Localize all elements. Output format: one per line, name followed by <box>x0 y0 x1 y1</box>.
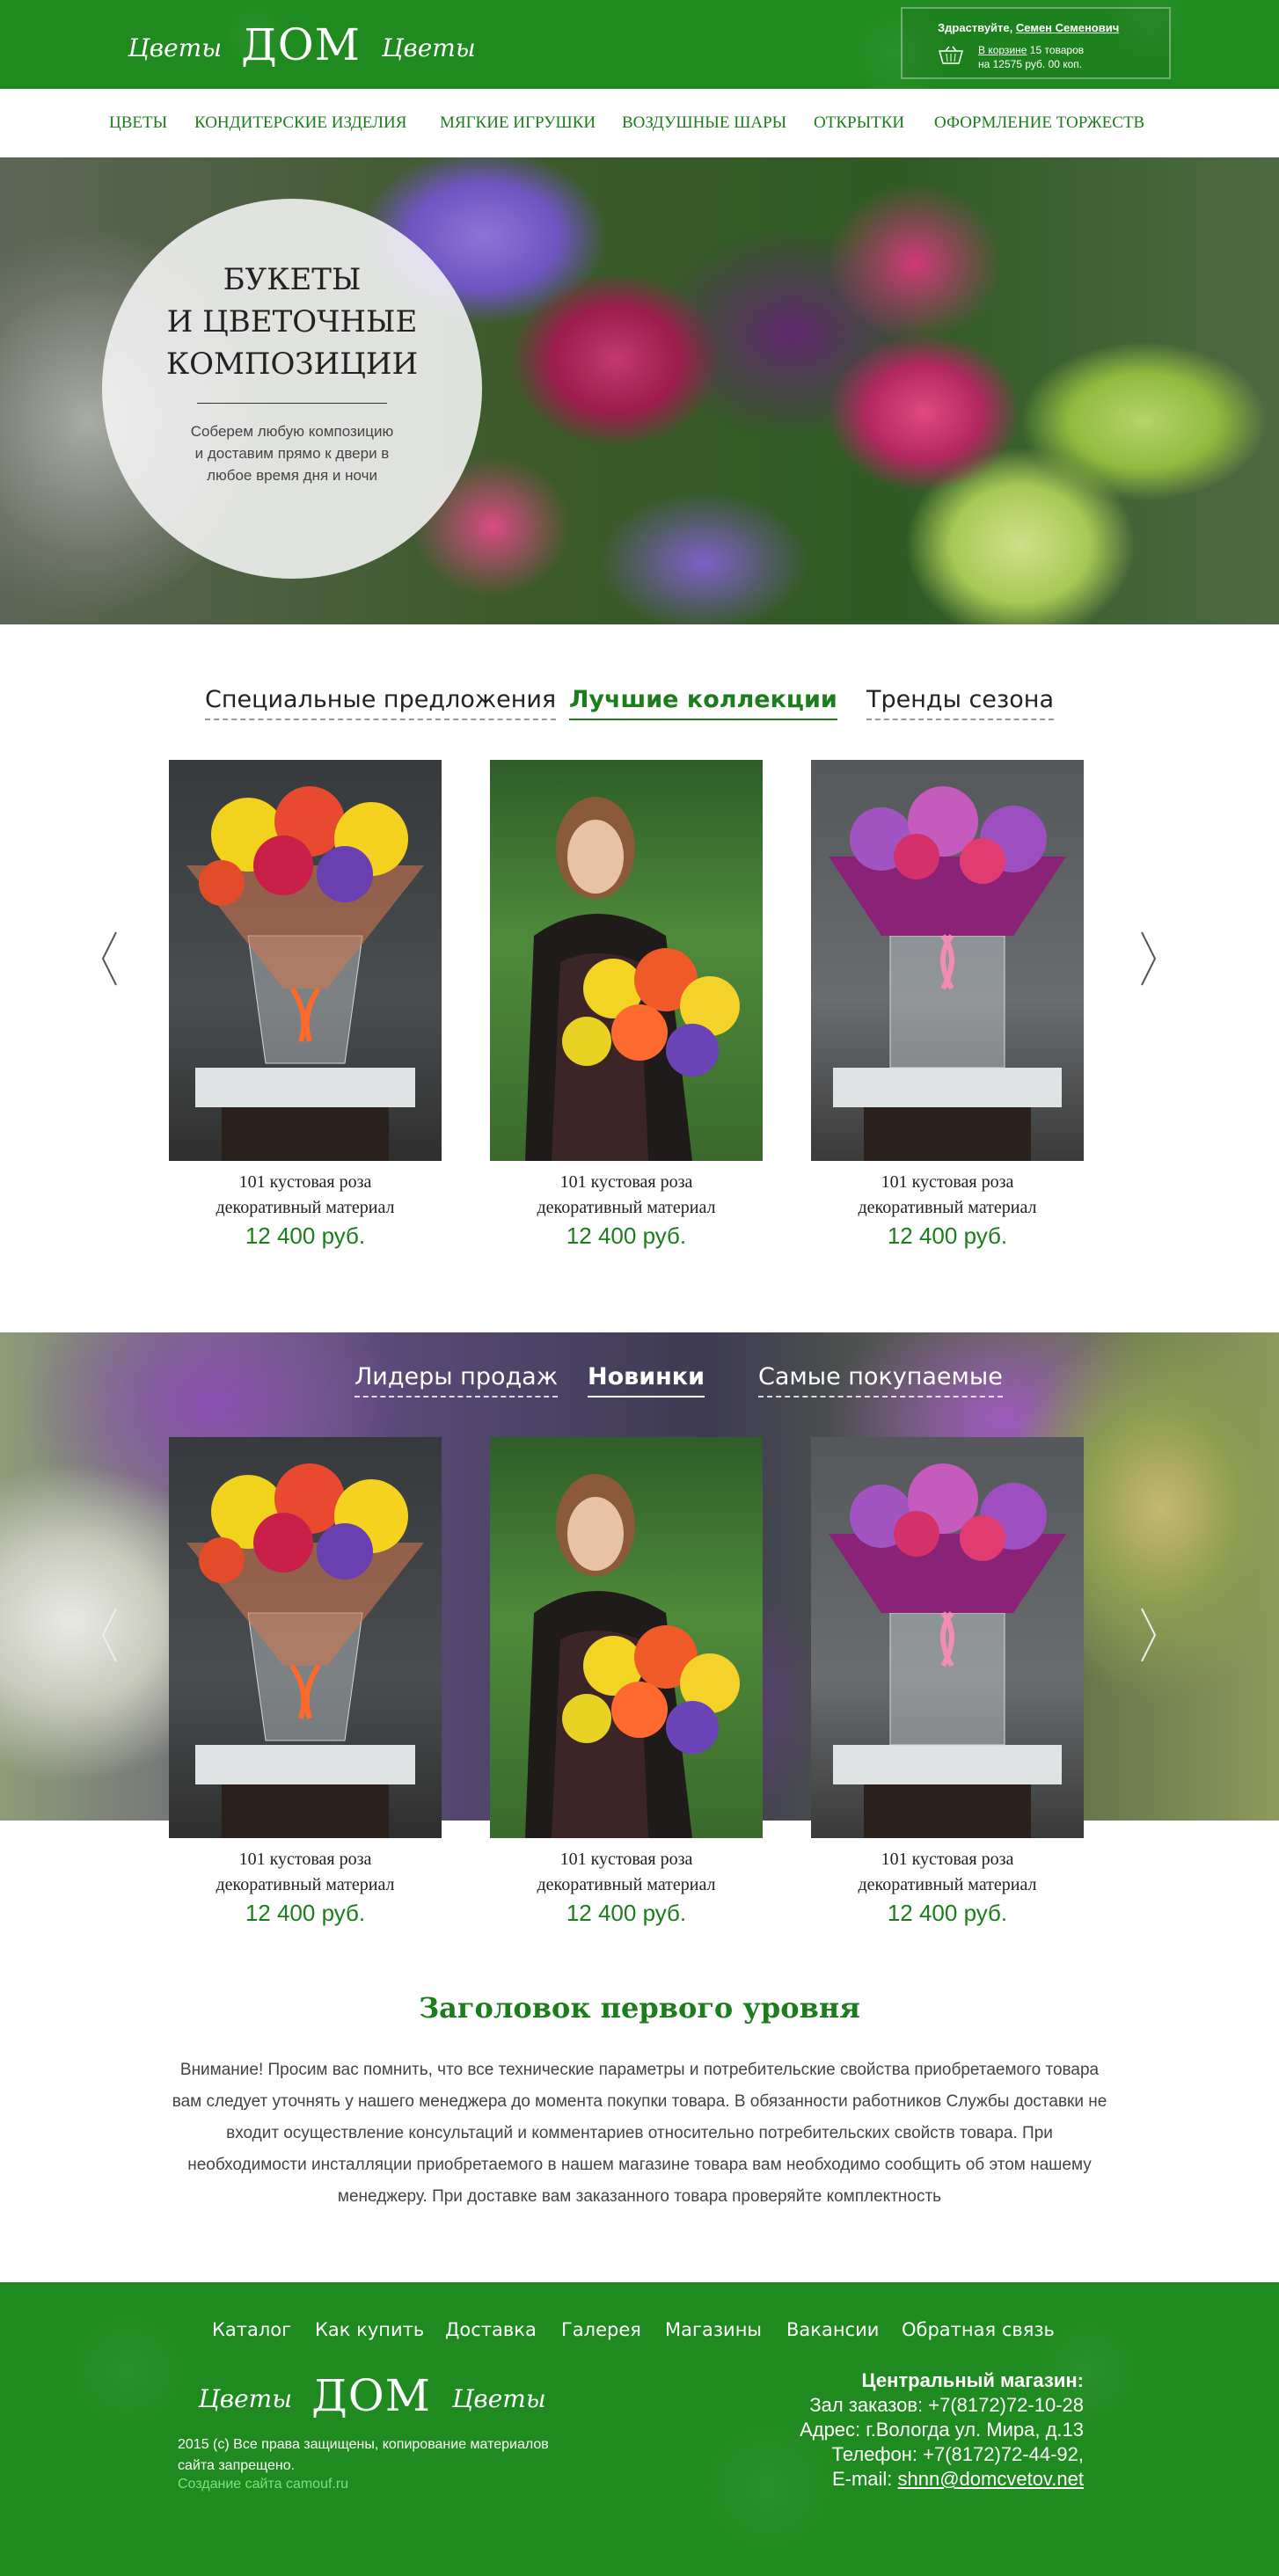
product-name-line1: 101 кустовая роза <box>238 1172 372 1192</box>
product-price: 12 400 руб. <box>245 1900 366 1926</box>
product-name[interactable]: 101 кустовая роза декоративный материал <box>151 1170 459 1221</box>
arrow-left-icon[interactable] <box>100 930 118 987</box>
cart-summary: В корзине 15 товаров <box>978 44 1084 56</box>
footer: Каталог Как купить Доставка Галерея Мага… <box>0 2282 1279 2576</box>
seo-text: Внимание! Просим вас помнить, что все те… <box>172 2061 1107 2206</box>
nav-item-balloons[interactable]: Воздушные шары <box>622 113 786 133</box>
product-image[interactable] <box>490 1437 763 1838</box>
product-price: 12 400 руб. <box>566 1222 687 1249</box>
page-heading: Заголовок первого уровня <box>419 1991 860 2025</box>
product-image[interactable] <box>169 760 442 1161</box>
tab-special-offers[interactable]: Специальные предложения <box>205 686 557 720</box>
nav-item-soft-toys[interactable]: Мягкие игрушки <box>440 113 596 133</box>
product-name-line1: 101 кустовая роза <box>238 1850 372 1869</box>
hero-circle: Букеты и цветочные композиции Соберем лю… <box>102 199 482 579</box>
collections-tabs: Специальные предложения Лучшие коллекции… <box>0 686 1279 721</box>
product-image[interactable] <box>811 1437 1084 1838</box>
tab-season-trends[interactable]: Тренды сезона <box>866 686 1054 720</box>
tab-best-collections[interactable]: Лучшие коллекции <box>569 686 837 720</box>
product-name[interactable]: 101 кустовая роза декоративный материал <box>793 1170 1101 1221</box>
main-nav: Цветы Кондитерские изделия Мягкие игрушк… <box>0 89 1279 157</box>
nav-item-decoration[interactable]: Оформление торжеств <box>934 113 1144 133</box>
hero-title-line3: композиции <box>165 347 419 382</box>
hero-subtitle: Соберем любую композицию и доставим прям… <box>190 423 394 484</box>
product-price: 12 400 руб. <box>887 1900 1008 1926</box>
footer-link-vacancies[interactable]: Вакансии <box>786 2319 879 2340</box>
tab-new-arrivals[interactable]: Новинки <box>588 1363 705 1397</box>
cart-total: на 12575 руб. 00 коп. <box>978 58 1083 70</box>
cart-link[interactable]: В корзине <box>978 44 1027 56</box>
hero-banner: Букеты и цветочные композиции Соберем лю… <box>0 157 1279 624</box>
product-name-line2: декоративный материал <box>858 1198 1037 1217</box>
product-image[interactable] <box>811 760 1084 1161</box>
email-label: E-mail: <box>831 2468 893 2490</box>
store-phone: Телефон: +7(8172)72-44-92, <box>831 2443 1084 2465</box>
store-title: Центральный магазин: <box>861 2369 1084 2391</box>
store-email-row: E-mail: shnn@domcvetov.net <box>730 2467 1084 2492</box>
footer-link-feedback[interactable]: Обратная связь <box>902 2319 1055 2340</box>
copyright: 2015 (c) Все права защищены, копирование… <box>178 2437 549 2473</box>
cart-icon[interactable] <box>938 46 964 67</box>
site-logo[interactable]: Цветы ДОМ Цветы <box>99 16 500 72</box>
arrow-right-icon[interactable] <box>1140 930 1158 987</box>
product-name-line1: 101 кустовая роза <box>559 1172 693 1192</box>
developer-credit-link[interactable]: Создание сайта camouf.ru <box>178 2477 348 2492</box>
product-name[interactable]: 101 кустовая роза декоративный материал <box>151 1847 459 1898</box>
logo-center: ДОМ <box>241 19 361 70</box>
logo-script-left: Цветы <box>198 2384 292 2413</box>
footer-link-how-to-buy[interactable]: Как купить <box>315 2319 424 2340</box>
logo-script-right: Цветы <box>382 33 476 62</box>
footer-link-stores[interactable]: Магазины <box>665 2319 762 2340</box>
product-name-line2: декоративный материал <box>858 1875 1037 1894</box>
store-address: Адрес: г.Вологда ул. Мира, д.13 <box>800 2419 1084 2441</box>
store-contacts: Центральный магазин: Зал заказов: +7(817… <box>730 2368 1084 2492</box>
email-link[interactable]: shnn@domcvetov.net <box>898 2468 1084 2490</box>
orders-phone: Зал заказов: +7(8172)72-10-28 <box>809 2394 1084 2416</box>
arrow-left-icon[interactable] <box>100 1607 118 1663</box>
logo-center: ДОМ <box>311 2370 431 2421</box>
user-greeting: Здраствуйте, Семен Семенович <box>938 21 1119 34</box>
tab-most-purchased[interactable]: Самые покупаемые <box>758 1363 1003 1397</box>
tab-sales-leaders[interactable]: Лидеры продаж <box>354 1363 559 1397</box>
arrow-right-icon[interactable] <box>1140 1607 1158 1663</box>
cart-count: 15 товаров <box>1029 44 1085 56</box>
product-price: 12 400 руб. <box>245 1222 366 1249</box>
product-price: 12 400 руб. <box>566 1900 687 1926</box>
product-name-line2: декоративный материал <box>216 1875 395 1894</box>
product-name-line2: декоративный материал <box>537 1198 716 1217</box>
product-name-line1: 101 кустовая роза <box>881 1172 1014 1192</box>
product-image[interactable] <box>490 760 763 1161</box>
hero-title-line2: и цветочные <box>166 304 418 339</box>
user-name-link[interactable]: Семен Семенович <box>1016 21 1119 34</box>
product-name-line1: 101 кустовая роза <box>559 1850 693 1869</box>
footer-logo[interactable]: Цветы ДОМ Цветы <box>169 2367 570 2423</box>
nav-item-cards[interactable]: Открытки <box>814 113 904 133</box>
product-name[interactable]: 101 кустовая роза декоративный материал <box>472 1847 780 1898</box>
product-price: 12 400 руб. <box>887 1222 1008 1249</box>
product-name[interactable]: 101 кустовая роза декоративный материал <box>793 1847 1101 1898</box>
hero-title: Букеты и цветочные композиции <box>102 259 482 385</box>
hero-title-line1: Букеты <box>223 262 362 297</box>
footer-link-gallery[interactable]: Галерея <box>561 2319 641 2340</box>
product-name-line2: декоративный материал <box>537 1875 716 1894</box>
product-name-line2: декоративный материал <box>216 1198 395 1217</box>
sales-tabs: Лидеры продаж Новинки Самые покупаемые <box>0 1363 1279 1398</box>
header: Цветы ДОМ Цветы Здраствуйте, Семен Семен… <box>0 0 1279 89</box>
product-name-line1: 101 кустовая роза <box>881 1850 1014 1869</box>
logo-script-left: Цветы <box>128 33 222 62</box>
nav-item-confectionery[interactable]: Кондитерские изделия <box>194 113 406 133</box>
product-name[interactable]: 101 кустовая роза декоративный материал <box>472 1170 780 1221</box>
cart-widget: Здраствуйте, Семен Семенович В корзине 1… <box>901 7 1171 79</box>
nav-item-flowers[interactable]: Цветы <box>109 113 167 133</box>
greeting-text: Здраствуйте, <box>938 21 1013 34</box>
footer-link-catalog[interactable]: Каталог <box>212 2319 291 2340</box>
logo-script-right: Цветы <box>452 2384 546 2413</box>
product-image[interactable] <box>169 1437 442 1838</box>
footer-link-delivery[interactable]: Доставка <box>445 2319 537 2340</box>
hero-divider <box>197 403 387 404</box>
